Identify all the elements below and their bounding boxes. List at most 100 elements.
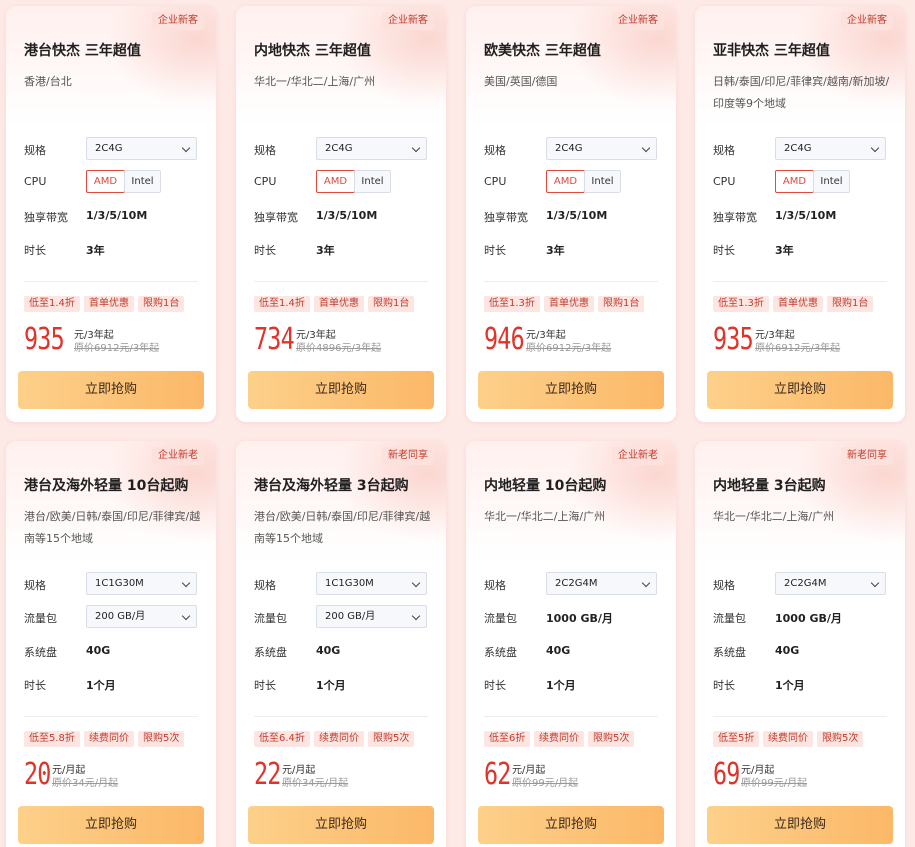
price-unit: 元/月起	[741, 765, 775, 776]
duration-label: 时长	[24, 244, 46, 257]
spec-select[interactable]: 1C1G30M	[316, 572, 427, 595]
buy-now-button[interactable]: 立即抢购	[18, 806, 204, 844]
spec-select[interactable]: 1C1G30M	[86, 572, 197, 595]
price-unit: 元/月起	[52, 765, 86, 776]
cpu-label: CPU	[24, 175, 47, 188]
audience-badge: 企业新客	[841, 12, 893, 30]
spec-label: 规格	[24, 579, 46, 592]
chevron-down-icon	[411, 611, 421, 621]
product-card: 企业新客 港台快杰 三年超值 香港/台北 规格 2C4G CPU AMD Int…	[6, 6, 216, 422]
region-list: 香港/台北	[24, 75, 72, 88]
bandwidth-value: 1/3/5/10M	[316, 209, 378, 222]
original-price: 原价6912元/3年起	[755, 343, 841, 354]
traffic-select[interactable]: 200 GB/月	[316, 605, 427, 628]
spec-select[interactable]: 2C2G4M	[775, 572, 886, 595]
divider	[24, 716, 198, 717]
duration-label: 时长	[713, 679, 735, 692]
bandwidth-value: 1/3/5/10M	[775, 209, 837, 222]
duration-value: 3年	[775, 244, 794, 257]
region-list: 港台/欧美/日韩/泰国/印尼/菲律宾/越南等15个地域	[24, 510, 201, 545]
chevron-down-icon	[870, 143, 880, 153]
buy-now-button[interactable]: 立即抢购	[248, 806, 434, 844]
spec-value: 2C2G4M	[555, 578, 598, 589]
cpu-amd-option[interactable]: AMD	[546, 170, 585, 193]
traffic-label: 流量包	[713, 612, 746, 625]
divider	[24, 281, 198, 282]
price-unit: 元/月起	[282, 765, 316, 776]
disk-label: 系统盘	[254, 646, 287, 659]
spec-value: 2C2G4M	[784, 578, 827, 589]
cpu-intel-option[interactable]: Intel	[354, 170, 391, 193]
traffic-value: 1000 GB/月	[775, 612, 842, 625]
cpu-intel-option[interactable]: Intel	[813, 170, 850, 193]
traffic-select[interactable]: 200 GB/月	[86, 605, 197, 628]
cpu-intel-option[interactable]: Intel	[584, 170, 621, 193]
spec-value: 2C4G	[325, 143, 353, 154]
spec-label: 规格	[254, 144, 276, 157]
spec-label: 规格	[254, 579, 276, 592]
cpu-intel-option[interactable]: Intel	[124, 170, 161, 193]
divider	[254, 281, 428, 282]
card-title: 亚非快杰 三年超值	[713, 43, 830, 59]
spec-label: 规格	[484, 579, 506, 592]
duration-value: 3年	[86, 244, 105, 257]
duration-label: 时长	[484, 244, 506, 257]
price-value: 22	[254, 757, 281, 792]
original-price: 原价6912元/3年起	[74, 343, 160, 354]
chevron-down-icon	[181, 611, 191, 621]
original-price: 原价6912元/3年起	[526, 343, 612, 354]
spec-select[interactable]: 2C4G	[86, 137, 197, 160]
spec-select[interactable]: 2C4G	[316, 137, 427, 160]
duration-value: 3年	[316, 244, 335, 257]
cpu-amd-option[interactable]: AMD	[775, 170, 814, 193]
disk-label: 系统盘	[484, 646, 517, 659]
price-unit: 元/月起	[512, 765, 546, 776]
region-list: 港台/欧美/日韩/泰国/印尼/菲律宾/越南等15个地域	[254, 510, 431, 545]
price-value: 62	[484, 757, 511, 792]
discount-tag: 低至1.4折	[24, 296, 80, 312]
duration-label: 时长	[24, 679, 46, 692]
chevron-down-icon	[181, 578, 191, 588]
buy-now-button[interactable]: 立即抢购	[18, 371, 204, 409]
card-title: 港台及海外轻量 3台起购	[254, 478, 409, 494]
offer-tag: 续费同价	[314, 731, 364, 747]
divider	[484, 281, 658, 282]
product-card: 企业新客 内地快杰 三年超值 华北一/华北二/上海/广州 规格 2C4G CPU…	[236, 6, 446, 422]
duration-label: 时长	[254, 244, 276, 257]
product-card: 新老同享 港台及海外轻量 3台起购 港台/欧美/日韩/泰国/印尼/菲律宾/越南等…	[236, 441, 446, 847]
offer-tag: 首单优惠	[773, 296, 823, 312]
region-list: 华北一/华北二/上海/广州	[713, 510, 835, 523]
spec-value: 2C4G	[555, 143, 583, 154]
buy-now-button[interactable]: 立即抢购	[478, 371, 664, 409]
divider	[254, 716, 428, 717]
cpu-amd-option[interactable]: AMD	[316, 170, 355, 193]
spec-select[interactable]: 2C4G	[775, 137, 886, 160]
spec-value: 1C1G30M	[325, 578, 374, 589]
original-price: 原价99元/月起	[512, 778, 579, 789]
audience-badge: 企业新客	[382, 12, 434, 30]
product-grid: 企业新客 港台快杰 三年超值 香港/台北 规格 2C4G CPU AMD Int…	[0, 0, 915, 847]
audience-badge: 企业新客	[152, 12, 204, 30]
cpu-label: CPU	[254, 175, 277, 188]
original-price: 原价34元/月起	[282, 778, 349, 789]
duration-label: 时长	[713, 244, 735, 257]
buy-now-button[interactable]: 立即抢购	[707, 806, 893, 844]
limit-tag: 限购1台	[368, 296, 415, 312]
offer-tag: 首单优惠	[544, 296, 594, 312]
buy-now-button[interactable]: 立即抢购	[478, 806, 664, 844]
product-card: 企业新客 欧美快杰 三年超值 美国/英国/德国 规格 2C4G CPU AMD …	[466, 6, 676, 422]
traffic-label: 流量包	[24, 612, 57, 625]
buy-now-button[interactable]: 立即抢购	[707, 371, 893, 409]
spec-select[interactable]: 2C2G4M	[546, 572, 657, 595]
bandwidth-label: 独享带宽	[484, 211, 528, 224]
spec-select[interactable]: 2C4G	[546, 137, 657, 160]
cpu-amd-option[interactable]: AMD	[86, 170, 125, 193]
product-card: 企业新老 内地轻量 10台起购 华北一/华北二/上海/广州 规格 2C2G4M …	[466, 441, 676, 847]
spec-value: 2C4G	[95, 143, 123, 154]
price-unit: 元/3年起	[74, 330, 114, 341]
audience-badge: 企业新老	[152, 447, 204, 465]
card-title: 内地轻量 10台起购	[484, 478, 607, 494]
limit-tag: 限购5次	[817, 731, 864, 747]
buy-now-button[interactable]: 立即抢购	[248, 371, 434, 409]
duration-value: 1个月	[546, 679, 576, 692]
